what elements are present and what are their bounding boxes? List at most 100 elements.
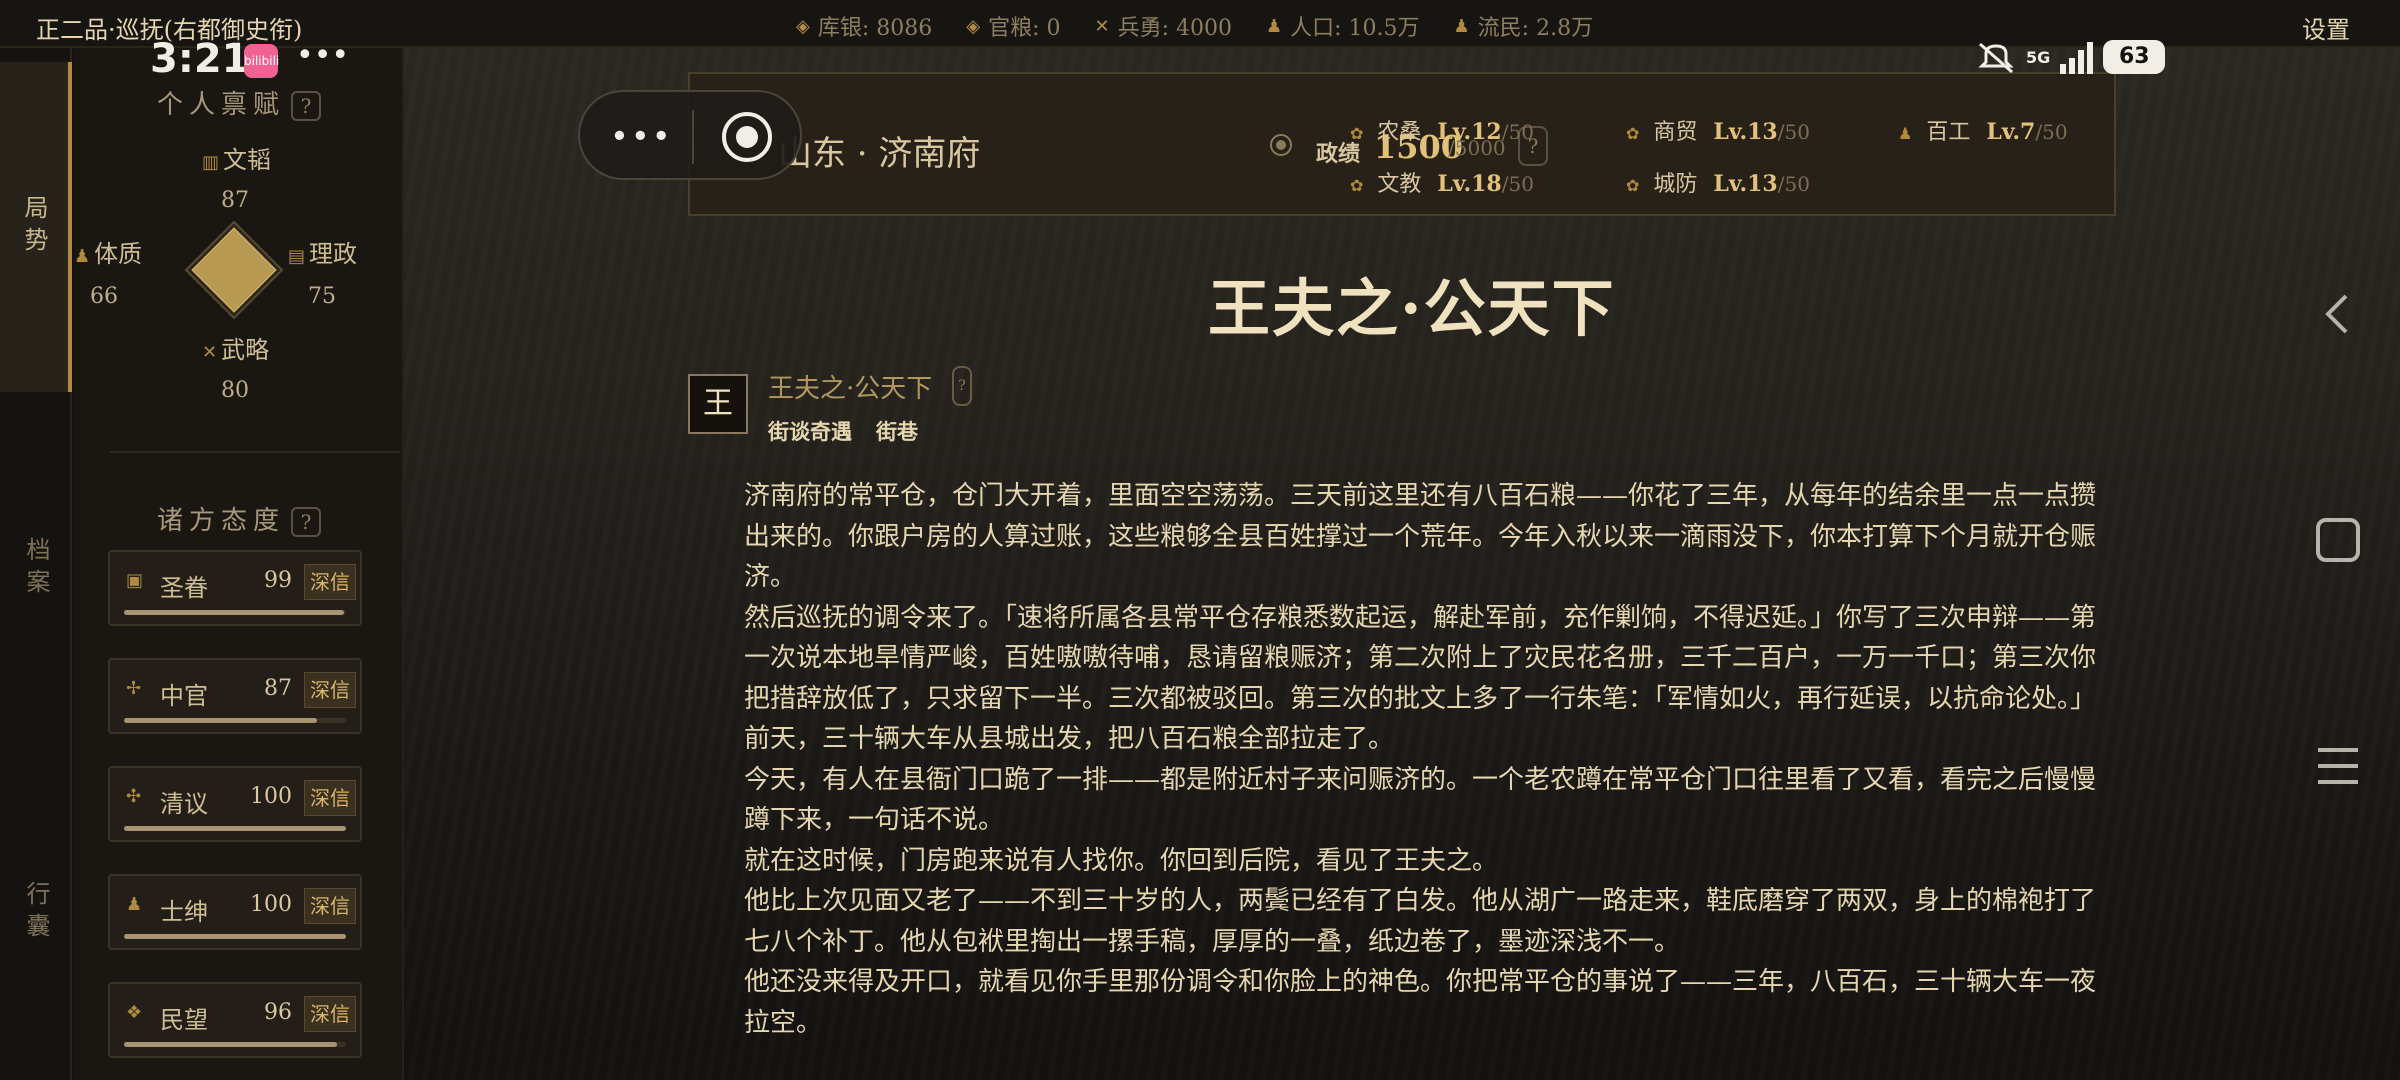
attr-lizheng: ▤ 理政 bbox=[288, 240, 358, 268]
trust-badge: 深信 bbox=[304, 780, 356, 816]
left-nav: 局势 档案 行囊 bbox=[0, 48, 72, 1080]
settings-button[interactable]: 设置 bbox=[2302, 10, 2350, 45]
story-text: 济南府的常平仓，仓门大开着，里面空空荡荡。三天前这里还有八百石粮——你花了三年，… bbox=[744, 476, 2100, 1080]
status-more-icon: ••• bbox=[296, 38, 350, 73]
attr-wentao: ▥ 文韬 bbox=[202, 146, 272, 174]
tab-situation[interactable]: 局势 bbox=[0, 62, 72, 392]
resource-soldiers: ✕ 兵勇: 4000 bbox=[1094, 15, 1233, 42]
story-paragraph: 济南府的常平仓，仓门大开着，里面空空荡荡。三天前这里还有八百石粮——你花了三年，… bbox=[744, 481, 2097, 592]
faction-card-shishen[interactable]: ♟ 士绅 100 深信 bbox=[108, 874, 362, 950]
city-name: 山东 · 济南府 bbox=[778, 134, 981, 174]
crafts-icon: ♟ bbox=[1898, 124, 1913, 143]
resource-grain: ◈ 官粮: 0 bbox=[966, 15, 1061, 42]
stat-crafts: ♟ 百工 Lv.7/50 bbox=[1898, 119, 2068, 145]
factions-section-title: 诸方态度? bbox=[74, 500, 404, 537]
miniprogram-capsule: ••• bbox=[578, 90, 802, 180]
gentry-icon: ♟ bbox=[126, 894, 143, 915]
back-icon[interactable] bbox=[2310, 286, 2366, 342]
faction-card-shengjuan[interactable]: ▣ 圣眷 99 深信 bbox=[108, 550, 362, 626]
event-source: 王夫之·公天下 bbox=[768, 374, 933, 404]
refugee-icon: ♟ bbox=[1453, 15, 1470, 37]
faction-progress-bar bbox=[124, 826, 346, 831]
talent-help-button[interactable]: ? bbox=[291, 91, 321, 121]
close-target-icon[interactable] bbox=[722, 112, 772, 162]
trust-badge: 深信 bbox=[304, 888, 356, 924]
population-icon: ♟ bbox=[1266, 15, 1283, 37]
system-status-icons: 5G 63 bbox=[1976, 40, 2166, 74]
resource-silver: ◈ 库银: 8086 bbox=[796, 15, 933, 42]
faction-progress-bar bbox=[124, 718, 346, 723]
resource-population: ♟ 人口: 10.5万 bbox=[1266, 15, 1420, 42]
talent-radar-diamond bbox=[184, 220, 284, 320]
signal-icon bbox=[2060, 40, 2094, 74]
soldier-icon: ✕ bbox=[1094, 15, 1110, 37]
character-avatar[interactable]: 王 bbox=[688, 374, 748, 434]
swords-icon: ✕ bbox=[202, 342, 218, 363]
attr-wulue: ✕ 武略 bbox=[202, 336, 270, 364]
faction-card-minwang[interactable]: ❖ 民望 96 深信 bbox=[108, 982, 362, 1058]
story-paragraph: 然后巡抚的调令来了。「速将所属各县常平仓存粮悉数起运，解赴军前，充作剿饷，不得迟… bbox=[744, 602, 2097, 714]
attr-lizheng-value: 75 bbox=[308, 284, 336, 309]
brush-icon: ✣ bbox=[126, 786, 142, 807]
resource-refugees: ♟ 流民: 2.8万 bbox=[1453, 15, 1594, 42]
scroll-icon: ▣ bbox=[126, 570, 144, 591]
capsule-divider bbox=[692, 110, 694, 164]
story-paragraph: 就在这时候，门房跑来说有人找你。你回到后院，看见了王夫之。 bbox=[744, 845, 1499, 876]
eunuch-icon: ✢ bbox=[126, 678, 142, 699]
source-help-button[interactable]: ? bbox=[952, 366, 972, 406]
defense-icon: ✿ bbox=[1626, 176, 1640, 195]
mute-icon bbox=[1978, 42, 2014, 74]
story-paragraph: 前天，三十辆大车从县城出发，把八百石粮全部拉走了。 bbox=[744, 724, 1395, 754]
story-paragraph: 他比上次见面又老了——不到三十岁的人，两鬓已经有了白发。他从湖广一路走来，鞋底磨… bbox=[744, 886, 2097, 957]
tag: 街巷 bbox=[876, 419, 918, 444]
attr-wulue-value: 80 bbox=[221, 378, 249, 403]
menu-icon[interactable] bbox=[2310, 738, 2366, 794]
location-icon bbox=[1270, 134, 1292, 156]
article-title: 王夫之·公天下 bbox=[1208, 272, 1616, 345]
faction-card-qingyi[interactable]: ✣ 清议 100 深信 bbox=[108, 766, 362, 842]
faction-card-zhongguan[interactable]: ✢ 中官 87 深信 bbox=[108, 658, 362, 734]
tag: 街谈奇遇 bbox=[768, 419, 852, 444]
seal-icon: ▤ bbox=[288, 246, 306, 267]
faction-progress-bar bbox=[124, 610, 346, 615]
attr-tizhi: ♟ 体质 bbox=[74, 240, 143, 268]
stat-defense: ✿ 城防 Lv.13/50 bbox=[1626, 171, 1810, 197]
screen: 正二品·巡抚(右都御史衔) ◈ 库银: 8086 ◈ 官粮: 0 ✕ 兵勇: 4000… bbox=[0, 0, 2400, 1080]
education-icon: ✿ bbox=[1350, 176, 1364, 195]
bilibili-app-icon: bilibili bbox=[244, 44, 279, 78]
left-panel: 个人禀赋? ▥ 文韬 87 ♟ 体质 66 ▤ 理政 75 ✕ 武略 80 诸方态度? … bbox=[74, 48, 404, 1080]
silver-icon: ◈ bbox=[796, 15, 810, 37]
battery-icon: 63 bbox=[2103, 40, 2166, 74]
talent-section-title: 个人禀赋? bbox=[74, 84, 404, 121]
stat-agriculture: ✿ 农桑 Lv.12/50 bbox=[1350, 119, 1534, 145]
trust-badge: 深信 bbox=[304, 564, 356, 600]
more-options-icon[interactable]: ••• bbox=[610, 117, 673, 155]
story-paragraph: 今天，有人在县衙门口跪了一排——都是附近村子来问赈济的。一个老农蹲在常平仓门口往… bbox=[744, 764, 2097, 836]
book-icon: ▥ bbox=[202, 152, 220, 173]
attr-wentao-value: 87 bbox=[221, 188, 249, 213]
trust-badge: 深信 bbox=[304, 672, 356, 708]
stat-education: ✿ 文教 Lv.18/50 bbox=[1350, 171, 1534, 197]
trade-icon: ✿ bbox=[1626, 124, 1640, 143]
faction-progress-bar bbox=[124, 1042, 346, 1047]
attr-tizhi-value: 66 bbox=[90, 284, 118, 309]
section-divider bbox=[110, 451, 400, 453]
main-content: 山东 · 济南府 政绩 1500 /5000 ? ✿ 农桑 Lv.12/50 ✿ 商贸… bbox=[404, 48, 2400, 1080]
city-info-panel: 山东 · 济南府 政绩 1500 /5000 ? ✿ 农桑 Lv.12/50 ✿ 商贸… bbox=[688, 72, 2116, 216]
factions-help-button[interactable]: ? bbox=[291, 507, 321, 537]
agriculture-icon: ✿ bbox=[1350, 124, 1364, 143]
grain-icon: ◈ bbox=[966, 15, 981, 37]
faction-progress-bar bbox=[124, 934, 346, 939]
stat-trade: ✿ 商贸 Lv.13/50 bbox=[1626, 119, 1810, 145]
network-type: 5G bbox=[2026, 47, 2051, 67]
figure-icon: ♟ bbox=[74, 246, 91, 267]
people-icon: ❖ bbox=[126, 1002, 143, 1023]
story-paragraph: 他还没来得及开口，就看见你手里那份调令和你脸上的神色。你把常平仓的事说了——三年… bbox=[744, 967, 2097, 1038]
tab-inventory[interactable]: 行囊 bbox=[0, 748, 72, 1078]
status-time: 3:21 bbox=[150, 36, 250, 82]
trust-badge: 深信 bbox=[304, 996, 356, 1032]
resource-bar: ◈ 库银: 8086 ◈ 官粮: 0 ✕ 兵勇: 4000 ♟ 人口: 10.5万 ♟ 流… bbox=[796, 10, 1593, 42]
home-icon[interactable] bbox=[2310, 512, 2366, 568]
event-tags: 街谈奇遇 街巷 bbox=[768, 416, 918, 446]
tab-archive[interactable]: 档案 bbox=[0, 404, 72, 734]
